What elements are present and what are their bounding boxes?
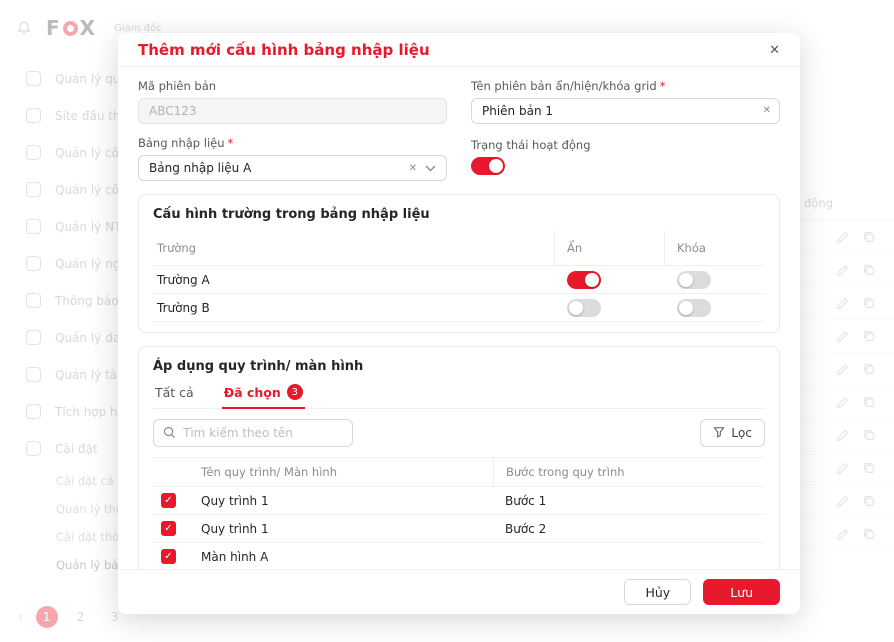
version-name-label: Tên phiên bản ẩn/hiện/khóa grid*: [471, 79, 780, 93]
field-name: Trường B: [153, 301, 555, 315]
table-row: Trường A: [153, 266, 765, 294]
tab-selected[interactable]: Đã chọn 3: [222, 382, 305, 409]
table-header-row: Tên quy trình/ Màn hình Bước trong quy t…: [153, 457, 765, 487]
select-value: Bảng nhập liệu A: [149, 161, 251, 175]
table-row: Quy trình 1 Bước 1: [153, 487, 765, 515]
column-header-hidden: Ẩn: [555, 230, 665, 265]
save-button[interactable]: Lưu: [703, 579, 780, 605]
search-input[interactable]: [183, 426, 343, 440]
input-table-label: Bảng nhập liệu*: [138, 136, 447, 150]
locked-toggle[interactable]: [677, 299, 711, 317]
active-status-label: Trạng thái hoạt động: [471, 138, 780, 152]
version-name-input[interactable]: [471, 98, 780, 124]
column-header-field: Trường: [153, 230, 555, 265]
apply-process-title: Áp dụng quy trình/ màn hình: [153, 359, 765, 374]
required-asterisk: *: [660, 79, 666, 93]
table-row: Màn hình A: [153, 543, 765, 569]
chevron-down-icon: [425, 161, 436, 175]
cancel-button[interactable]: Hủy: [624, 579, 691, 605]
tab-all[interactable]: Tất cả: [153, 382, 196, 408]
row-checkbox[interactable]: [161, 493, 176, 508]
table-row: Trường B: [153, 294, 765, 322]
version-code-label: Mã phiên bản: [138, 79, 447, 93]
close-icon[interactable]: ✕: [769, 43, 780, 56]
table-row: Quy trình 1 Bước 2: [153, 515, 765, 543]
process-name: Quy trình 1: [189, 494, 493, 508]
column-header-process-name: Tên quy trình/ Màn hình: [189, 465, 493, 479]
field-config-title: Cấu hình trường trong bảng nhập liệu: [153, 207, 765, 222]
clear-icon[interactable]: ✕: [409, 163, 417, 174]
active-status-field: Trạng thái hoạt động: [471, 136, 780, 181]
process-table: Tên quy trình/ Màn hình Bước trong quy t…: [153, 457, 765, 569]
input-table-select[interactable]: Bảng nhập liệu A ✕: [138, 155, 447, 181]
version-code-field: Mã phiên bản: [138, 79, 447, 124]
search-row: Lọc: [153, 419, 765, 447]
version-code-input: [138, 98, 447, 124]
process-step: Bước 2: [493, 522, 765, 536]
apply-process-card: Áp dụng quy trình/ màn hình Tất cả Đã ch…: [138, 346, 780, 569]
input-table-field: Bảng nhập liệu* Bảng nhập liệu A ✕: [138, 136, 447, 181]
modal-body: Mã phiên bản Tên phiên bản ẩn/hiện/khóa …: [118, 67, 800, 569]
modal-header: Thêm mới cấu hình bảng nhập liệu ✕: [118, 33, 800, 67]
locked-toggle[interactable]: [677, 271, 711, 289]
required-asterisk: *: [228, 136, 234, 150]
process-name: Quy trình 1: [189, 522, 493, 536]
field-name: Trường A: [153, 273, 555, 287]
filter-funnel-icon: [713, 426, 725, 441]
search-box: [153, 419, 353, 447]
process-name: Màn hình A: [189, 550, 493, 564]
version-name-field: Tên phiên bản ẩn/hiện/khóa grid* ✕: [471, 79, 780, 124]
tabs: Tất cả Đã chọn 3: [153, 382, 765, 409]
table-header-row: Trường Ẩn Khóa: [153, 230, 765, 266]
column-header-locked: Khóa: [665, 241, 765, 255]
form-grid: Mã phiên bản Tên phiên bản ẩn/hiện/khóa …: [138, 79, 780, 181]
row-checkbox[interactable]: [161, 549, 176, 564]
selected-count-badge: 3: [287, 384, 303, 400]
process-step: Bước 1: [493, 494, 765, 508]
clear-icon[interactable]: ✕: [763, 106, 771, 116]
column-header-step: Bước trong quy trình: [493, 458, 765, 486]
hidden-toggle[interactable]: [567, 299, 601, 317]
field-config-card: Cấu hình trường trong bảng nhập liệu Trư…: [138, 194, 780, 333]
modal-footer: Hủy Lưu: [118, 569, 800, 614]
hidden-toggle[interactable]: [567, 271, 601, 289]
row-checkbox[interactable]: [161, 521, 176, 536]
add-input-table-config-modal: Thêm mới cấu hình bảng nhập liệu ✕ Mã ph…: [118, 33, 800, 614]
active-status-toggle[interactable]: [471, 157, 505, 175]
modal-title: Thêm mới cấu hình bảng nhập liệu: [138, 41, 430, 59]
filter-button[interactable]: Lọc: [700, 419, 765, 447]
field-config-table: Trường Ẩn Khóa Trường A Trường B: [153, 230, 765, 322]
search-icon: [163, 424, 176, 443]
